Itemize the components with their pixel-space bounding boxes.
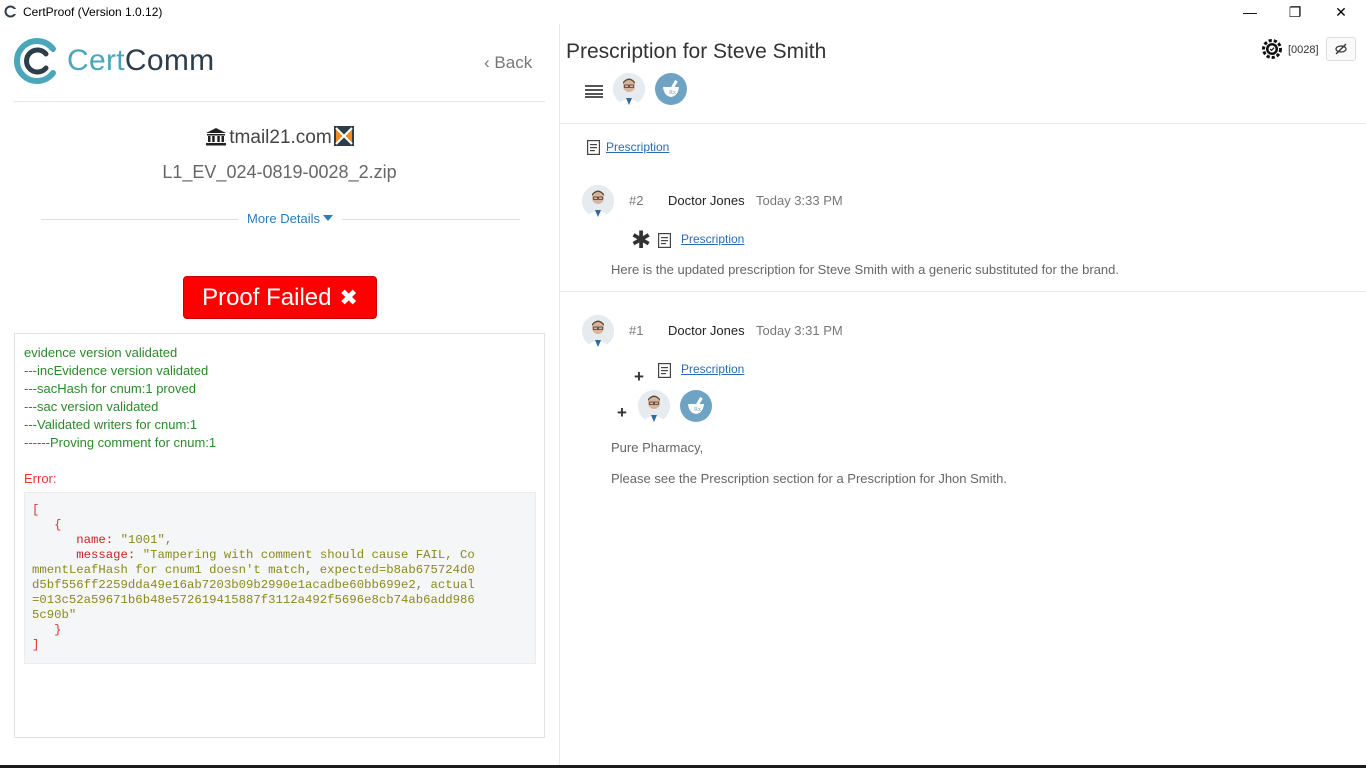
close-bracket: ] [32,638,40,652]
logo-text-comm: Comm [124,44,215,77]
maximize-button[interactable]: ❐ [1272,0,1318,24]
message-time: Today 3:31 PM [756,323,843,338]
certcomm-logo-icon [14,38,56,84]
log-line: ---incEvidence version validated [24,363,209,378]
divider [560,291,1366,292]
attachment-link-prescription[interactable]: Prescription [606,140,669,154]
window-title: CertProof (Version 1.0.12) [23,5,163,19]
close-icon: ✖ [339,284,358,310]
error-message-key: message: [76,548,136,562]
document-icon [658,363,671,378]
log-line: ---sac version validated [24,399,159,414]
message-author: Doctor Jones [668,323,745,338]
message-time: Today 3:33 PM [756,193,843,208]
message-body: Pure Pharmacy, [611,440,704,455]
message-thread-panel: Prescription for Steve Smith [0028] Rx P… [560,24,1366,768]
error-message-text: "Tampering with comment should cause FAI… [142,548,475,562]
mortar-pestle-icon: Rx [663,80,679,97]
logo-wordmark: CertComm [67,44,214,78]
svg-text:Rx: Rx [669,90,676,96]
error-message-text: d5bf556ff2259dda49e16ab7203b09b2990e1aca… [32,578,475,592]
zip-filename: L1_EV_024-0819-0028_2.zip [162,162,397,182]
error-line: } [32,623,535,638]
error-label: Error: [24,471,57,486]
minimize-button[interactable]: — [1227,0,1273,24]
asterisk-icon: ✱ [631,227,652,254]
logo-text-cert: Cert [67,44,125,77]
mortar-pestle-icon: Rx [688,397,704,414]
chevron-left-icon: ‹ [484,53,490,72]
gear-icon[interactable] [1261,38,1283,60]
proof-status-badge: Proof Failed ✖ [183,276,377,319]
svg-text:Rx: Rx [694,407,701,413]
sequence-number: [0028] [1288,44,1319,56]
open-brace: { [54,518,62,532]
document-icon [658,233,671,248]
certcomm-logo: CertComm [13,37,233,87]
recipient-avatar[interactable] [638,390,670,422]
error-name-value: "1001", [120,533,173,547]
thread-title: Prescription for Steve Smith [566,40,827,63]
doctor-avatar-image [638,390,670,422]
error-message-text: mmentLeafHash for cnum1 doesn't match, e… [32,563,475,577]
divider [560,123,1366,124]
log-lines: evidence version validated ---incEvidenc… [24,344,216,452]
error-message-text: 5c90b" [32,608,77,622]
menu-icon[interactable] [585,84,603,98]
message-author: Doctor Jones [668,193,745,208]
error-line: message: "Tampering with comment should … [32,548,535,563]
doctor-avatar[interactable] [613,73,645,105]
message-body: Here is the updated prescription for Ste… [611,262,1119,277]
more-details-toggle[interactable]: More Details [238,211,342,226]
close-button[interactable]: ✕ [1318,0,1364,24]
pharmacy-icon[interactable]: Rx [680,390,712,422]
log-line: evidence version validated [24,345,178,360]
log-line: ------Proving comment for cnum:1 [24,435,217,450]
error-message-text: =013c52a59671b6b48e572619415887f3112a492… [32,593,475,607]
error-line: ] [32,638,535,653]
hide-icon [1335,43,1347,55]
divider [14,101,545,102]
window-titlebar: CertProof (Version 1.0.12) — ❐ ✕ [0,0,1366,24]
validation-log: evidence version validated ---incEvidenc… [14,333,545,738]
proof-panel: CertComm ‹ Back tmail21.com L1_EV_024-08… [0,24,559,768]
plus-icon: + [634,367,644,386]
message-author-avatar [582,315,614,347]
bank-icon [206,128,227,146]
message-author-avatar [582,185,614,217]
app-icon [4,5,17,18]
more-details-label: More Details [247,211,320,226]
message-body: Please see the Prescription section for … [611,471,1007,486]
log-line: ---sacHash for cnum:1 proved [24,381,196,396]
message-number: #1 [629,323,644,338]
hide-button[interactable] [1326,37,1356,61]
message-number: #2 [629,193,644,208]
proof-status-label: Proof Failed [202,283,332,311]
doctor-avatar-image [613,73,645,105]
domain-line: tmail21.com [0,126,559,149]
plus-icon: + [617,403,627,422]
error-detail: [ { name: "1001", message: "Tampering wi… [24,492,536,664]
attachment-link-prescription[interactable]: Prescription [681,232,744,246]
error-line: { [32,518,535,533]
attachment-link-prescription[interactable]: Prescription [681,362,744,376]
error-line: name: "1001", [32,533,535,548]
domain-name: tmail21.com [229,127,332,148]
back-label: Back [494,53,533,72]
pharmacy-icon[interactable]: Rx [655,73,687,105]
log-line: ---Validated writers for cnum:1 [24,417,198,432]
doctor-avatar-image [582,185,614,217]
back-button[interactable]: ‹ Back [484,53,532,73]
error-line: [ [32,503,535,518]
open-bracket: [ [32,503,40,517]
document-icon [587,140,600,155]
error-name-key: name: [76,533,114,547]
caret-down-icon [322,215,333,221]
close-brace: } [54,623,62,637]
doctor-avatar-image [582,315,614,347]
x-box-icon [333,126,354,146]
